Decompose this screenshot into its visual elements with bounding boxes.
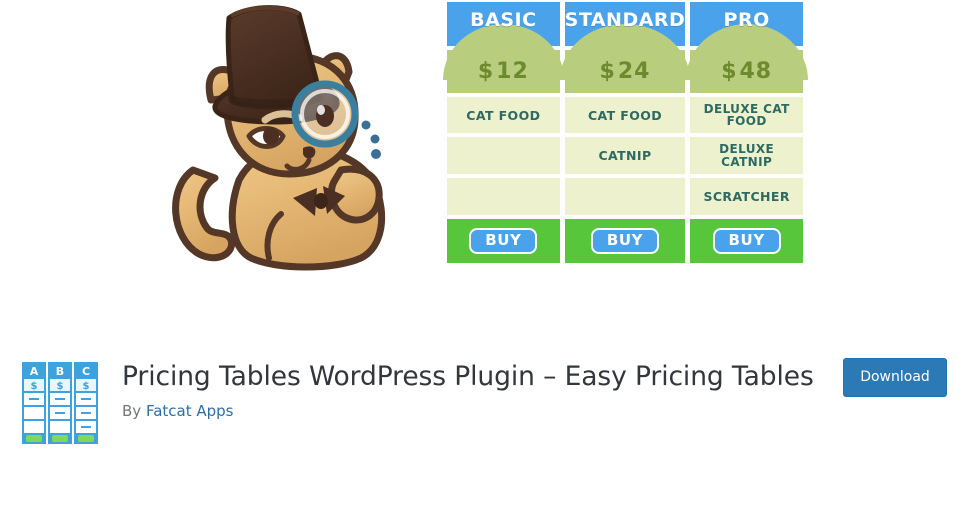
pricing-column-basic: BASIC $12 CAT FOOD BUY	[442, 2, 564, 263]
pricing-table-icon: A B C $ $ $	[20, 360, 100, 446]
svg-text:C: C	[82, 365, 90, 378]
plan-feature: DELUXE CATNIP	[690, 137, 803, 175]
plugin-title: Pricing Tables WordPress Plugin – Easy P…	[122, 361, 814, 392]
price-amount: 12	[496, 59, 529, 85]
plan-name: STANDARD	[564, 9, 686, 31]
plan-price-basic: $12	[442, 24, 564, 93]
fancy-cat-illustration	[165, 2, 415, 274]
plan-feature: SCRATCHER	[690, 178, 803, 215]
plugin-author-link[interactable]: Fatcat Apps	[146, 402, 234, 420]
plan-feature	[564, 178, 686, 215]
plugin-info-row: A B C $ $ $ Pricing Tables WordPress Plu…	[0, 352, 969, 462]
plan-name: PRO	[723, 9, 770, 31]
svg-text:A: A	[30, 365, 39, 378]
plugin-banner: BASIC $12 CAT FOOD BUY STANDARD $24 CAT …	[0, 0, 969, 300]
plan-name: BASIC	[470, 9, 537, 31]
pricing-column-standard: STANDARD $24 CAT FOOD CATNIP BUY	[559, 2, 690, 263]
by-label: By	[122, 402, 142, 420]
svg-text:$: $	[57, 381, 64, 392]
buy-button[interactable]: BUY	[469, 227, 538, 254]
plan-price-pro: $48	[685, 24, 808, 93]
price-currency: $	[721, 59, 738, 85]
svg-text:$: $	[31, 381, 38, 392]
svg-text:$: $	[83, 381, 90, 392]
plugin-byline: By Fatcat Apps	[122, 402, 822, 420]
plan-feature: CATNIP	[564, 137, 686, 175]
download-button[interactable]: Download	[843, 358, 947, 397]
plugin-text-block: Pricing Tables WordPress Plugin – Easy P…	[122, 360, 822, 420]
plan-footer-basic: BUY	[447, 218, 560, 263]
svg-text:B: B	[56, 365, 64, 378]
plan-footer-pro: BUY	[690, 218, 803, 263]
plan-feature: DELUXE CAT FOOD	[690, 96, 803, 134]
price-currency: $	[599, 59, 616, 85]
plan-feature	[447, 178, 560, 215]
plan-price-standard: $24	[559, 24, 690, 93]
buy-button[interactable]: BUY	[712, 227, 781, 254]
plan-feature	[447, 137, 560, 175]
buy-button[interactable]: BUY	[590, 227, 660, 254]
plan-feature: CAT FOOD	[447, 96, 560, 134]
pricing-table-illustration: BASIC $12 CAT FOOD BUY STANDARD $24 CAT …	[442, 2, 808, 263]
pricing-column-pro: PRO $48 DELUXE CAT FOOD DELUXE CATNIP SC…	[685, 2, 808, 263]
price-amount: 24	[617, 59, 651, 85]
price-amount: 48	[739, 59, 773, 85]
plan-footer-standard: BUY	[564, 218, 686, 263]
plan-feature: CAT FOOD	[564, 96, 686, 134]
price-currency: $	[477, 59, 495, 85]
